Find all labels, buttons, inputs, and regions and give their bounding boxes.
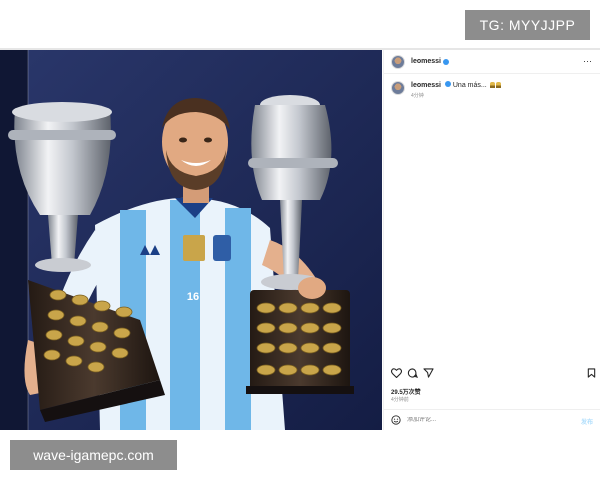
post-comment-button[interactable]: 发布 [581,417,593,426]
jersey-number: 16 [187,291,199,303]
more-horizontal-icon[interactable]: ··· [583,57,592,66]
caption-avatar[interactable] [391,81,405,95]
send-icon[interactable] [423,368,434,378]
username[interactable]: leomessi [411,58,441,65]
avatar[interactable] [391,54,405,69]
trophy-emoji-icon [495,82,501,88]
post-photo-illustration: 16 [0,50,382,430]
trophy-emoji-icon [489,82,495,88]
caption-verified-icon [444,81,451,87]
caption: leomessi Una más... 4分钟 [411,81,501,101]
action-bar [391,368,596,380]
heart-icon[interactable] [391,368,402,378]
comment-bar: 发布 [384,409,600,429]
caption-body: Una más... [452,82,487,89]
comment-input[interactable] [407,416,567,423]
emoji-icon[interactable] [391,414,401,425]
caption-row: leomessi Una más... 4分钟 [391,81,596,101]
caption-username[interactable]: leomessi [411,82,441,89]
tg-watermark: TG: MYYJJPP [465,10,590,40]
post-time: 4分钟前 [391,397,409,403]
likes-count[interactable]: 29.5万次赞 [391,387,421,396]
verified-icon [442,58,449,65]
post-photo[interactable]: 16 [0,50,382,430]
post-side-panel: leomessi ··· leomessi Una más... 4分钟 29.… [383,50,600,430]
site-watermark: wave-igamepc.com [10,440,177,470]
post-header: leomessi ··· [384,50,600,74]
caption-time: 4分钟 [411,93,424,99]
bookmark-icon[interactable] [587,368,596,378]
comment-icon[interactable] [407,368,418,378]
